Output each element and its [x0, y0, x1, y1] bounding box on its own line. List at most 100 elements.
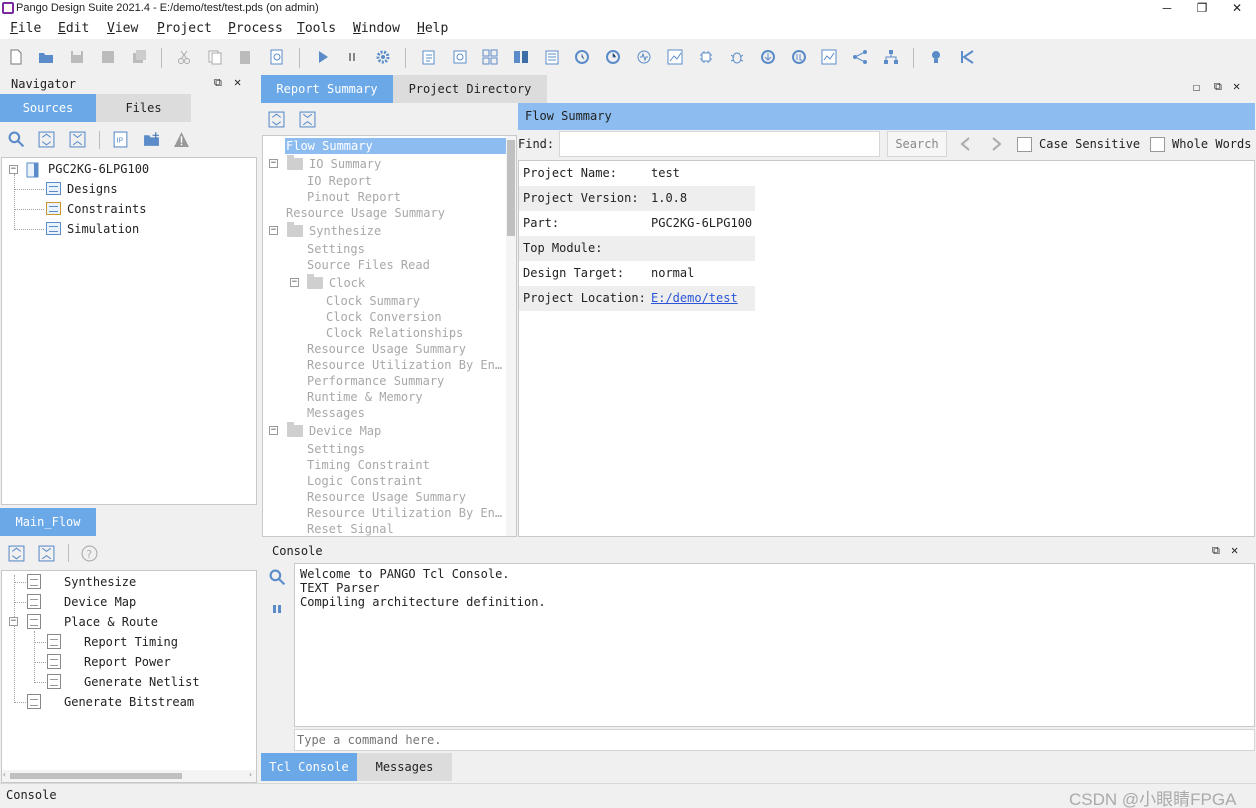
copy-icon[interactable] — [207, 49, 223, 65]
search-icon[interactable] — [8, 131, 25, 148]
flow-item-generate-bitstream[interactable]: Generate Bitstream — [64, 695, 194, 709]
restore-button[interactable]: ❐ — [1187, 0, 1217, 17]
collapse-toggle[interactable]: − — [269, 226, 278, 235]
scrollbar-thumb[interactable] — [507, 140, 515, 236]
rtree-settings[interactable]: Settings — [307, 242, 365, 256]
flow-item-report-power[interactable]: Report Power — [84, 655, 171, 669]
chart-icon[interactable] — [667, 49, 683, 65]
add-source-icon[interactable] — [143, 131, 160, 148]
tab-messages[interactable]: Messages — [357, 753, 452, 781]
collapse-toggle[interactable]: − — [269, 426, 278, 435]
flow-item-report-timing[interactable]: Report Timing — [84, 635, 178, 649]
rtree-clock-summary[interactable]: Clock Summary — [326, 294, 420, 308]
rtree-logic-constraint[interactable]: Logic Constraint — [307, 474, 423, 488]
rtree-resource-usage-summary[interactable]: Resource Usage Summary — [307, 490, 466, 504]
collapse-toggle[interactable]: − — [269, 159, 278, 168]
collapse-toggle[interactable]: − — [290, 278, 299, 287]
project-location-link[interactable]: E:/demo/test — [651, 286, 738, 311]
report-icon[interactable] — [452, 49, 468, 65]
case-sensitive-checkbox[interactable] — [1017, 137, 1032, 152]
refresh-icon[interactable] — [574, 49, 590, 65]
collapse-all-icon[interactable] — [299, 111, 316, 128]
rtree-runtime-memory[interactable]: Runtime & Memory — [307, 390, 423, 404]
add-ip-icon[interactable]: IP — [112, 131, 129, 148]
collapse-all-icon[interactable] — [69, 131, 86, 148]
float-panel-icon[interactable]: ⧉ — [1214, 80, 1222, 94]
ip-icon[interactable] — [791, 49, 807, 65]
tree-item-constraints[interactable]: Constraints — [67, 202, 146, 216]
tree-item-designs[interactable]: Designs — [67, 182, 118, 196]
menu-view[interactable]: View — [107, 21, 138, 36]
hierarchy-icon[interactable] — [883, 49, 899, 65]
scroll-right-icon[interactable]: › — [248, 770, 253, 779]
open-folder-icon[interactable] — [38, 49, 54, 65]
save-icon[interactable] — [69, 49, 85, 65]
rtree-performance-summary[interactable]: Performance Summary — [307, 374, 444, 388]
waveform-icon[interactable] — [636, 49, 652, 65]
rtree-synthesize[interactable]: Synthesize — [309, 224, 381, 238]
tree-root-device[interactable]: PGC2KG-6LPG100 — [48, 162, 149, 176]
netlist-icon[interactable] — [513, 49, 529, 65]
rtree-source-files-read[interactable]: Source Files Read — [307, 258, 430, 272]
float-panel-icon[interactable]: ⧉ — [214, 76, 222, 90]
menu-tools[interactable]: Tools — [297, 21, 336, 36]
rtree-clock-relationships[interactable]: Clock Relationships — [326, 326, 463, 340]
tab-project-directory[interactable]: Project Directory — [393, 75, 547, 103]
pause-output-icon[interactable] — [271, 603, 283, 615]
command-input[interactable] — [294, 729, 1255, 751]
expand-all-icon[interactable] — [38, 131, 55, 148]
maximize-icon[interactable]: ☐ — [1193, 80, 1200, 94]
horizontal-scrollbar[interactable]: ‹ › — [2, 770, 256, 782]
flow-item-device-map[interactable]: Device Map — [64, 595, 136, 609]
expand-all-icon[interactable] — [8, 545, 25, 562]
save-all-icon[interactable] — [131, 49, 147, 65]
find-input[interactable] — [559, 131, 880, 157]
rtree-reset-signal[interactable]: Reset Signal — [307, 522, 394, 536]
timing-icon[interactable] — [605, 49, 621, 65]
settings-gear-icon[interactable] — [375, 49, 391, 65]
rtree-device-map[interactable]: Device Map — [309, 424, 381, 438]
rtree-timing-constraint[interactable]: Timing Constraint — [307, 458, 430, 472]
chip-icon[interactable] — [698, 49, 714, 65]
rtree-io-summary[interactable]: IO Summary — [309, 157, 381, 171]
menu-file[interactable]: File — [10, 21, 41, 36]
close-window-button[interactable]: ✕ — [1222, 0, 1252, 17]
tab-sources[interactable]: Sources — [0, 94, 96, 122]
pause-icon[interactable] — [344, 49, 360, 65]
search-icon[interactable] — [269, 569, 286, 586]
rtree-resource-usage-summary[interactable]: Resource Usage Summary — [286, 206, 445, 220]
scrollbar-thumb[interactable] — [10, 773, 182, 779]
schematic-icon[interactable] — [482, 49, 498, 65]
rtree-pinout-report[interactable]: Pinout Report — [307, 190, 401, 204]
close-panel-icon[interactable]: ✕ — [234, 75, 241, 89]
menu-process[interactable]: Process — [228, 21, 283, 36]
flow-item-generate-netlist[interactable]: Generate Netlist — [84, 675, 200, 689]
menu-window[interactable]: Window — [353, 21, 400, 36]
analyzer-icon[interactable] — [821, 49, 837, 65]
document-icon[interactable] — [544, 49, 560, 65]
search-button[interactable]: Search — [887, 131, 947, 157]
collapse-toggle[interactable]: − — [9, 165, 18, 174]
rtree-resource-usage-summary[interactable]: Resource Usage Summary — [307, 342, 466, 356]
menu-edit[interactable]: Edit — [58, 21, 89, 36]
flow-item-synthesize[interactable]: Synthesize — [64, 575, 136, 589]
debug-bug-icon[interactable] — [729, 49, 745, 65]
menu-project[interactable]: Project — [157, 21, 212, 36]
tab-report-summary[interactable]: Report Summary — [261, 75, 393, 103]
scroll-left-icon[interactable]: ‹ — [2, 770, 7, 779]
tab-files[interactable]: Files — [96, 94, 191, 122]
minimize-button[interactable]: ─ — [1152, 0, 1182, 17]
cut-icon[interactable] — [176, 49, 192, 65]
paste-icon[interactable] — [237, 49, 253, 65]
rtree-flow-summary[interactable]: Flow Summary — [286, 139, 373, 153]
rtree-settings[interactable]: Settings — [307, 442, 365, 456]
rtree-clock[interactable]: Clock — [329, 276, 365, 290]
rtree-messages[interactable]: Messages — [307, 406, 365, 420]
find-icon[interactable] — [269, 49, 285, 65]
collapse-toggle[interactable]: − — [9, 617, 18, 626]
edit-constraint-icon[interactable] — [421, 49, 437, 65]
run-icon[interactable] — [315, 49, 331, 65]
whole-words-checkbox[interactable] — [1150, 137, 1165, 152]
menu-help[interactable]: Help — [417, 21, 448, 36]
rtree-io-report[interactable]: IO Report — [307, 174, 372, 188]
